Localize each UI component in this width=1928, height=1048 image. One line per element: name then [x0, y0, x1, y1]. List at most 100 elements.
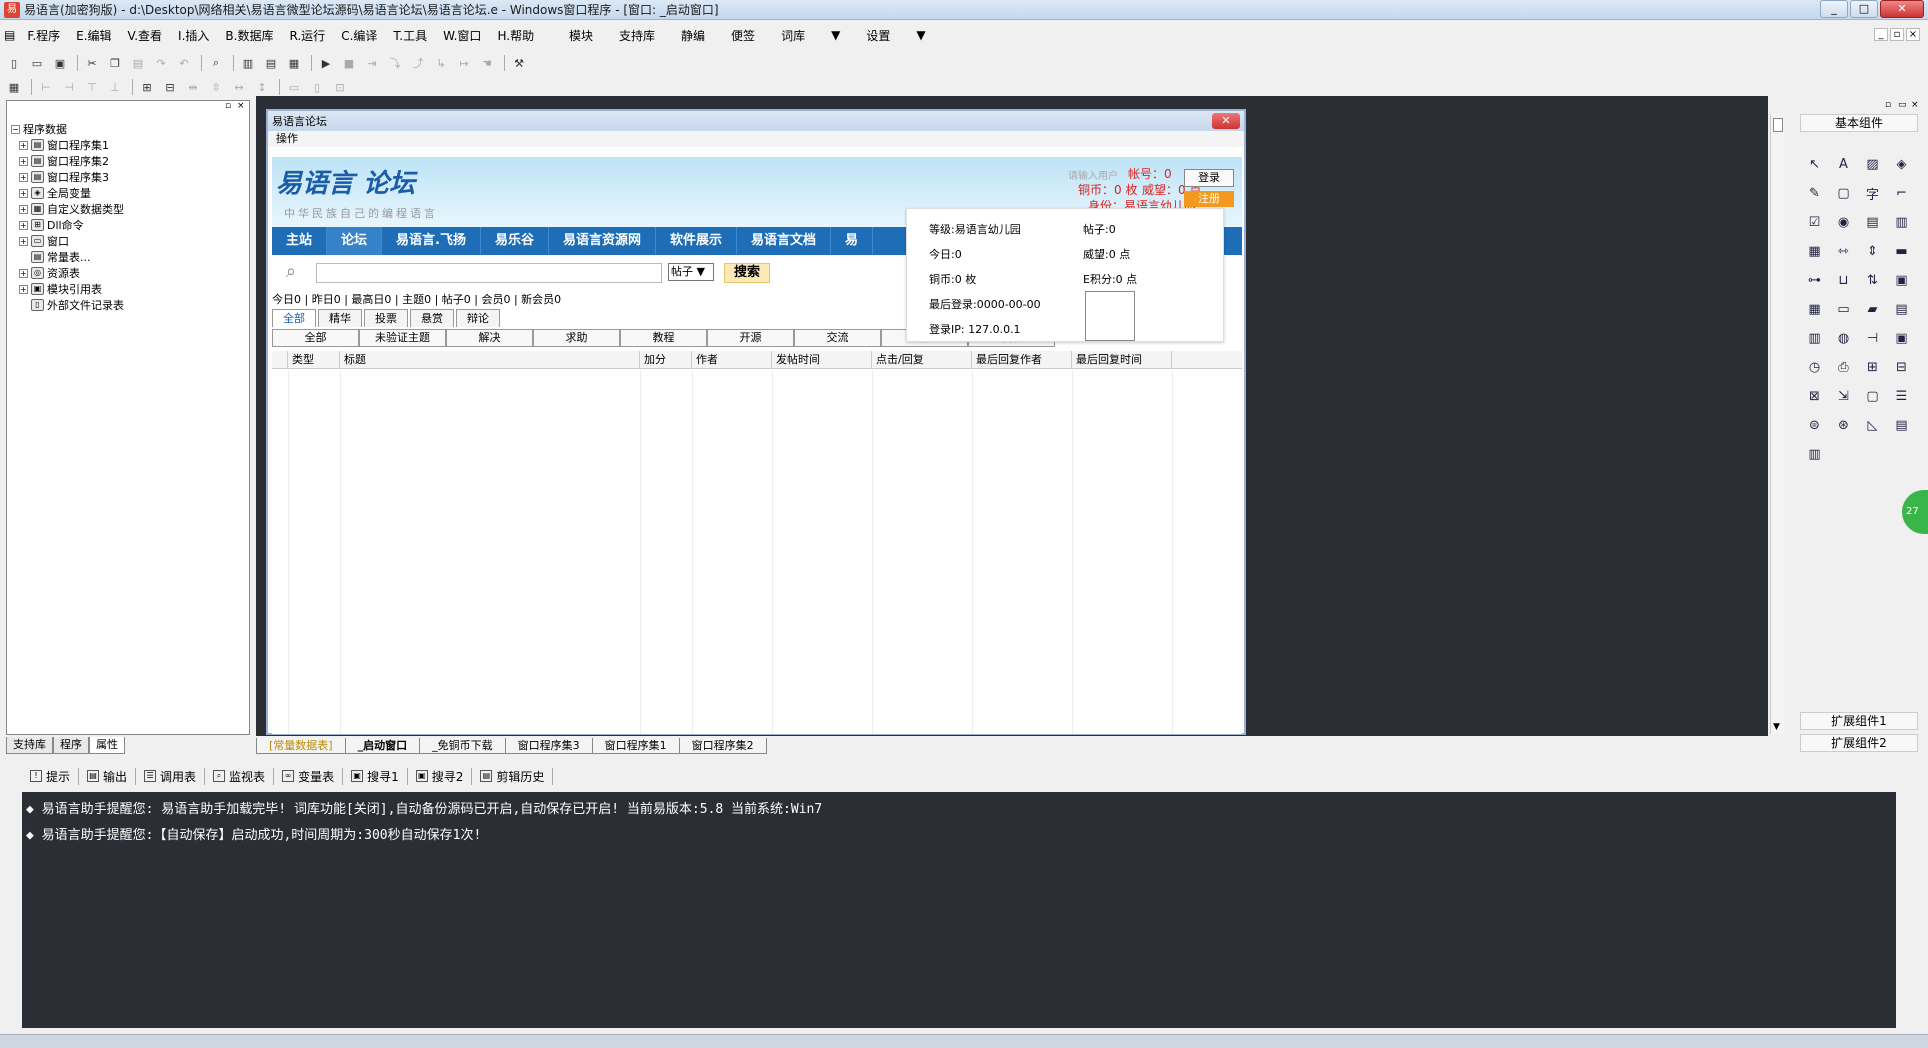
column-header-last-time[interactable]: 最后回复时间 [1072, 351, 1172, 369]
toolbox-restore-icon[interactable]: ▭ [1898, 100, 1909, 110]
form-close-button[interactable]: ✕ [1212, 113, 1240, 129]
open-file-icon[interactable]: ▭ [27, 54, 47, 72]
line-tool-icon[interactable]: ⌐ [1887, 179, 1916, 208]
output-panel[interactable]: ◆ 易语言助手提醒您: 易语言助手加载完毕! 词库功能[关闭],自动备份源码已开… [22, 792, 1896, 1028]
panel-close-icon[interactable]: × [237, 101, 247, 111]
redo-icon[interactable]: ↷ [151, 54, 171, 72]
menu-window[interactable]: W.窗口 [435, 27, 489, 44]
extension-components-2[interactable]: 扩展组件2 [1800, 734, 1918, 752]
category-button[interactable]: 教程 [620, 329, 707, 347]
layout-1-icon[interactable]: ▥ [238, 54, 258, 72]
category-button[interactable]: 交流 [794, 329, 881, 347]
menu-run[interactable]: R.运行 [281, 27, 333, 44]
step-1-icon[interactable]: ⇥ [362, 54, 382, 72]
tab-reward[interactable]: 悬赏 [410, 309, 454, 327]
toggle-tool-icon[interactable]: ⇅ [1858, 266, 1887, 295]
lexicon-dropdown-icon[interactable]: ▼ [818, 28, 853, 42]
layout-2-icon[interactable]: ▤ [261, 54, 281, 72]
network2-tool-icon[interactable]: ⊟ [1887, 353, 1916, 382]
tab-output[interactable]: ▤ 输出 [79, 767, 137, 785]
find-icon[interactable]: ⌕ [206, 54, 226, 72]
tab-program-set-2[interactable]: 窗口程序集2 [678, 738, 767, 754]
tree-node[interactable]: + ▣ 模块引用表 [11, 281, 124, 297]
tool-icon[interactable]: ⚒ [509, 54, 529, 72]
tree-node[interactable]: + ▦ 自定义数据类型 [11, 201, 124, 217]
cut-icon[interactable]: ✂ [82, 54, 102, 72]
combobox-tool-icon[interactable]: ▥ [1887, 208, 1916, 237]
tab-poll[interactable]: 投票 [364, 309, 408, 327]
scrollbar-tool-icon[interactable]: ⇿ [1829, 237, 1858, 266]
menu-compile[interactable]: C.编译 [333, 27, 385, 44]
tab-start-window[interactable]: _启动窗口 [344, 738, 421, 754]
size-h-icon[interactable]: ▯ [307, 78, 327, 96]
checkbox-tool-icon[interactable]: ☑ [1800, 208, 1829, 237]
tab-all[interactable]: 全部 [272, 309, 316, 327]
category-button[interactable]: 全部 [272, 329, 359, 347]
nav-yilegu[interactable]: 易乐谷 [481, 227, 549, 255]
spin-tool-icon[interactable]: ⇕ [1858, 237, 1887, 266]
tree-node[interactable]: + ▤ 窗口程序集1 [11, 137, 124, 153]
connect-tool-icon[interactable]: ⊠ [1800, 382, 1829, 411]
tree-node[interactable]: + ▤ 窗口程序集2 [11, 153, 124, 169]
align-left-icon[interactable]: ⊢ [36, 78, 56, 96]
frame-tool-icon[interactable]: ▢ [1829, 179, 1858, 208]
document-tool-icon[interactable]: ▤ [1887, 295, 1916, 324]
username-input[interactable]: 请输入用户 [1068, 167, 1118, 182]
login-button[interactable]: 登录 [1184, 169, 1234, 187]
timer-tool-icon[interactable]: ◷ [1800, 353, 1829, 382]
nav-docs[interactable]: 易语言文档 [737, 227, 832, 255]
run-icon[interactable]: ▶ [316, 54, 336, 72]
settings-dropdown-icon[interactable]: ▼ [903, 28, 938, 42]
image-tool-icon[interactable]: ▨ [1858, 150, 1887, 179]
progress-tool-icon[interactable]: ▬ [1887, 237, 1916, 266]
tree-node[interactable]: + ▭ 窗口 [11, 233, 124, 249]
tab-constant-table[interactable]: [常量数据表] [256, 738, 346, 754]
db2-tool-icon[interactable]: ⊛ [1829, 411, 1858, 440]
nav-feiyang[interactable]: 易语言.飞扬 [382, 227, 481, 255]
bracket-tool-icon[interactable]: ⊔ [1829, 266, 1858, 295]
tab-free-download[interactable]: _免铜币下载 [419, 738, 506, 754]
shape-tool-icon[interactable]: ◈ [1887, 150, 1916, 179]
db-tool-icon[interactable]: ⊜ [1800, 411, 1829, 440]
step-5-icon[interactable]: ↦ [454, 54, 474, 72]
tray-tool-icon[interactable]: ▰ [1858, 295, 1887, 324]
menu-lexicon[interactable]: 词库 [768, 27, 818, 44]
copy-icon[interactable]: ❐ [105, 54, 125, 72]
tree-node[interactable]: + ◎ 资源表 [11, 265, 124, 281]
edit-tool-icon[interactable]: ✎ [1800, 179, 1829, 208]
step-4-icon[interactable]: ↳ [431, 54, 451, 72]
new-file-icon[interactable]: ▯ [4, 54, 24, 72]
close-button[interactable]: ✕ [1880, 0, 1924, 18]
form-designer-window[interactable]: 易语言论坛 ✕ 操作 易语言 论坛 中华民族自己的编程语言 请输入用户 帐号：0… [266, 109, 1246, 735]
odbc2-tool-icon[interactable]: ▥ [1800, 440, 1829, 469]
window-tool-icon[interactable]: ▢ [1858, 382, 1887, 411]
same-height-icon[interactable]: ↕ [252, 78, 272, 96]
tab-call-table[interactable]: ☰ 调用表 [136, 767, 206, 785]
same-width-icon[interactable]: ↔ [229, 78, 249, 96]
column-header-type[interactable]: 类型 [288, 351, 340, 369]
tree-node[interactable]: ▤ 常量表... [11, 249, 124, 265]
tab-clip-history[interactable]: ▤ 剪辑历史 [472, 767, 554, 785]
pointer-tool-icon[interactable]: ↖ [1800, 150, 1829, 179]
paste-icon[interactable]: ▤ [128, 54, 148, 72]
search-input[interactable] [316, 263, 662, 283]
align-top-icon[interactable]: ⊤ [82, 78, 102, 96]
menu-insert[interactable]: I.插入 [170, 27, 217, 44]
label-tool-icon[interactable]: A [1829, 150, 1858, 179]
category-button[interactable]: 求助 [533, 329, 620, 347]
menu-edit[interactable]: E.编辑 [68, 27, 119, 44]
size-w-icon[interactable]: ▭ [284, 78, 304, 96]
maximize-button[interactable]: □ [1850, 0, 1878, 18]
menu-module[interactable]: 模块 [556, 27, 606, 44]
panel-pin-icon[interactable]: ▫ [225, 101, 235, 111]
canvas-scrollbar[interactable]: ▼ [1770, 114, 1784, 734]
mdi-restore-button[interactable]: ▫ [1890, 28, 1904, 41]
network-tool-icon[interactable]: ⊞ [1858, 353, 1887, 382]
text-tool-icon[interactable]: 字 [1858, 179, 1887, 208]
stop-icon[interactable]: ■ [339, 54, 359, 72]
column-header-last-author[interactable]: 最后回复作者 [972, 351, 1072, 369]
nav-home[interactable]: 主站 [272, 227, 328, 255]
odbc-tool-icon[interactable]: ▤ [1887, 411, 1916, 440]
tree-node[interactable]: + ◈ 全局变量 [11, 185, 124, 201]
table-tool-icon[interactable]: ▦ [1800, 237, 1829, 266]
